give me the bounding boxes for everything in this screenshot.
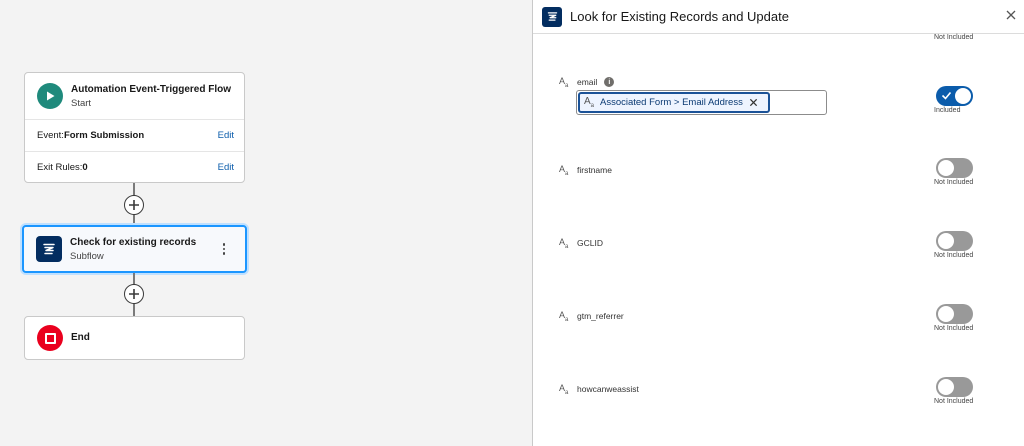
plus-icon	[129, 200, 139, 210]
text-field-icon: Aa	[584, 96, 595, 109]
include-toggle-gtm-referrer[interactable]	[936, 304, 973, 324]
start-node[interactable]: Automation Event-Triggered Flow Start Ev…	[24, 72, 245, 183]
text-field-icon: Aa	[559, 236, 569, 250]
end-node-title: End	[71, 332, 90, 343]
start-node-header: Automation Event-Triggered Flow Start	[25, 73, 244, 120]
field-status-label: Not Included	[934, 179, 974, 186]
field-status-label: Included	[934, 107, 961, 114]
info-icon[interactable]: i	[604, 77, 615, 87]
add-element-button[interactable]	[124, 195, 144, 215]
field-name: gtm_referrer	[577, 311, 624, 321]
end-node[interactable]: End	[24, 316, 245, 360]
text-field-icon: Aa	[559, 75, 569, 89]
close-icon[interactable]	[1004, 8, 1018, 22]
value-pill[interactable]: Aa Associated Form > Email Address	[578, 92, 770, 113]
field-row-firstname: Aa firstname	[559, 163, 612, 177]
plus-icon	[129, 289, 139, 299]
include-toggle-gclid[interactable]	[936, 231, 973, 251]
exit-rules-row: Exit Rules:0 Edit	[25, 151, 244, 182]
event-label: Event:	[37, 130, 64, 141]
flow-canvas: Automation Event-Triggered Flow Start Ev…	[0, 0, 532, 446]
subflow-node-title: Check for existing records	[70, 236, 197, 248]
stop-icon	[37, 325, 63, 351]
value-pill-label: Associated Form > Email Address	[600, 97, 743, 108]
field-status-label: Not Included	[934, 34, 974, 41]
text-field-icon: Aa	[559, 309, 569, 323]
field-status-label: Not Included	[934, 398, 974, 405]
panel-header: Look for Existing Records and Update	[533, 0, 1024, 34]
event-row: Event:Form Submission Edit	[25, 120, 244, 151]
field-row-howcanweassist: Aa howcanweassist	[559, 382, 639, 396]
play-icon	[37, 83, 63, 109]
subflow-icon	[542, 6, 562, 27]
panel-title: Look for Existing Records and Update	[570, 9, 789, 24]
field-name: email	[577, 77, 598, 87]
event-text: Event:Form Submission	[37, 130, 144, 141]
subflow-node-subtitle: Subflow	[70, 250, 104, 262]
include-toggle-email[interactable]	[936, 86, 973, 106]
field-status-label: Not Included	[934, 325, 974, 332]
edit-exit-rules-link[interactable]: Edit	[218, 162, 234, 173]
field-name: howcanweassist	[577, 384, 639, 394]
node-menu-icon[interactable]	[222, 243, 225, 255]
field-name: firstname	[577, 165, 612, 175]
remove-pill-icon[interactable]	[749, 98, 758, 107]
field-row-gclid: Aa GCLID	[559, 236, 603, 250]
include-toggle-howcanweassist[interactable]	[936, 377, 973, 397]
exit-rules-value: 0	[82, 161, 88, 173]
email-value-input[interactable]: Aa Associated Form > Email Address	[576, 90, 827, 115]
edit-event-link[interactable]: Edit	[218, 130, 234, 141]
subflow-node[interactable]: Check for existing records Subflow	[22, 225, 247, 273]
add-element-button[interactable]	[124, 284, 144, 304]
field-name: GCLID	[577, 238, 603, 248]
exit-rules-text: Exit Rules:0	[37, 162, 88, 173]
start-node-title: Automation Event-Triggered Flow	[71, 83, 232, 95]
start-node-subtitle: Start	[71, 97, 92, 109]
field-row-email: Aa email i	[559, 75, 615, 89]
field-row-gtm-referrer: Aa gtm_referrer	[559, 309, 624, 323]
properties-panel: Look for Existing Records and Update Not…	[532, 0, 1024, 446]
event-value: Form Submission	[63, 130, 145, 141]
text-field-icon: Aa	[559, 382, 569, 396]
field-status-label: Not Included	[934, 252, 974, 259]
text-field-icon: Aa	[559, 163, 569, 177]
check-icon	[941, 91, 952, 100]
subflow-icon	[36, 236, 62, 262]
exit-rules-label: Exit Rules:	[37, 161, 83, 173]
include-toggle-firstname[interactable]	[936, 158, 973, 178]
